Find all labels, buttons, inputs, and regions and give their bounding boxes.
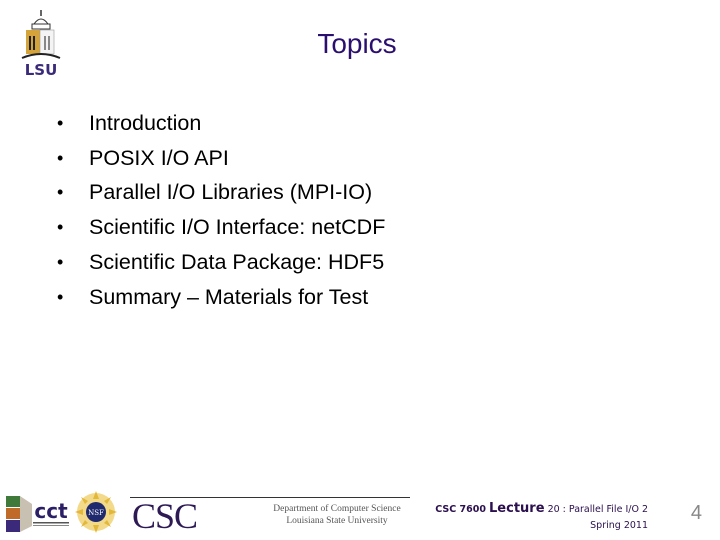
term: Spring 2011 [590, 520, 648, 531]
department-label: Department of Computer Science Louisiana… [273, 504, 401, 526]
list-item: • Introduction [57, 110, 202, 135]
footer-logos: cct NSF CSC Department of Computer Scien… [4, 490, 424, 535]
course-info: CSC 7600 Lecture 20 : Parallel File I/O … [435, 501, 648, 534]
slide-title: Topics [317, 28, 397, 59]
cct-logo: cct [6, 496, 70, 532]
list-item: • Scientific I/O Interface: netCDF [57, 215, 386, 240]
lecture-title: 20 : Parallel File I/O 2 [547, 504, 648, 515]
cct-logo-icon: cct [6, 496, 69, 532]
lecture-word: Lecture [489, 501, 545, 516]
bullet-icon: • [57, 252, 64, 273]
page-number: 4 [690, 502, 702, 524]
nsf-text: NSF [88, 509, 104, 517]
bullet-icon: • [57, 147, 64, 168]
nsf-logo: NSF [74, 490, 118, 534]
csc-logo-text: CSC [132, 496, 198, 536]
list-item: • POSIX I/O API [57, 145, 229, 170]
bullet-icon: • [57, 286, 64, 307]
nsf-seal-icon: NSF [75, 491, 117, 533]
lsu-logo-text: LSU [25, 61, 58, 78]
bullet-icon: • [57, 112, 64, 133]
bullet-icon: • [57, 182, 64, 203]
cct-text: cct [34, 499, 68, 523]
topics-list: • Introduction • POSIX I/O API • Parallel I… [57, 106, 385, 315]
list-item: • Parallel I/O Libraries (MPI-IO) [57, 180, 373, 205]
course-code: CSC 7600 [435, 504, 486, 515]
list-item: • Scientific Data Package: HDF5 [57, 250, 385, 275]
list-item: • Summary – Materials for Test [57, 284, 369, 309]
bullet-icon: • [57, 217, 64, 238]
